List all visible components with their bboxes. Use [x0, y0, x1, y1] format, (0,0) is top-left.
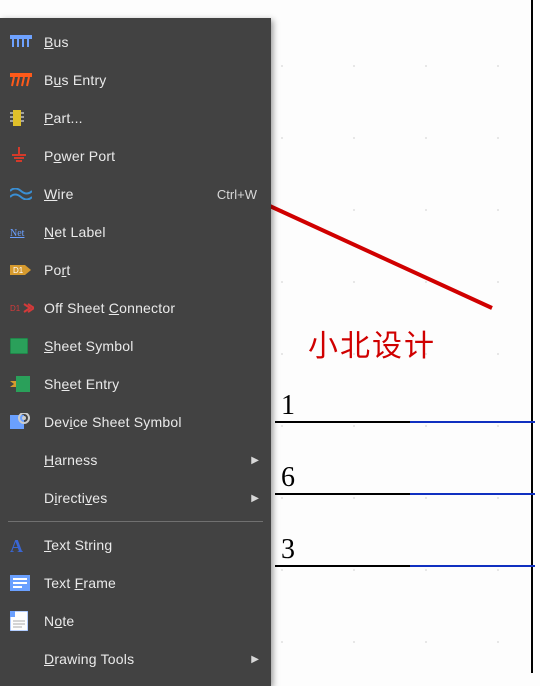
svg-text:D1: D1: [13, 266, 24, 275]
bus-icon: [10, 35, 44, 49]
svg-text:Net: Net: [10, 228, 25, 239]
submenu-arrow-icon: ▶: [251, 654, 259, 665]
menu-item-part[interactable]: Part...: [0, 99, 271, 137]
menu-item-label: Wire: [44, 186, 217, 202]
menu-item-off-sheet-connector[interactable]: D1 Off Sheet Connector: [0, 289, 271, 327]
port-icon: D1: [10, 264, 44, 276]
menu-item-label: Harness: [44, 452, 245, 468]
menu-item-bus[interactable]: Bus: [0, 23, 271, 61]
place-context-menu: BusBus EntryPart...Power PortWireCtrl+WN…: [0, 18, 271, 686]
pin-number: 1: [281, 390, 295, 422]
menu-item-label: Text Frame: [44, 575, 259, 591]
annotation-text: 小北设计: [308, 321, 436, 365]
menu-item-label: Sheet Symbol: [44, 338, 259, 354]
sheet-entry-icon: [10, 376, 44, 392]
menu-item-wire[interactable]: WireCtrl+W: [0, 175, 271, 213]
menu-item-label: Sheet Entry: [44, 376, 259, 392]
pin-line: [275, 493, 410, 495]
text-frame-icon: [10, 575, 44, 591]
menu-separator: [8, 521, 263, 522]
menu-item-label: Device Sheet Symbol: [44, 414, 259, 430]
submenu-arrow-icon: ▶: [251, 455, 259, 466]
menu-item-net-label[interactable]: Net Net Label: [0, 213, 271, 251]
part-icon: [10, 108, 44, 128]
pin-number: 6: [281, 462, 295, 494]
sheet-symbol-icon: [10, 338, 44, 354]
menu-item-label: Directives: [44, 490, 245, 506]
menu-item-label: Note: [44, 613, 259, 629]
menu-item-port[interactable]: D1 Port: [0, 251, 271, 289]
menu-item-label: Port: [44, 262, 259, 278]
menu-item-label: Text String: [44, 537, 259, 553]
menu-item-label: Bus Entry: [44, 72, 259, 88]
menu-item-bus-entry[interactable]: Bus Entry: [0, 61, 271, 99]
menu-item-sheet-symbol[interactable]: Sheet Symbol: [0, 327, 271, 365]
menu-item-drawing-tools[interactable]: Drawing Tools ▶: [0, 640, 271, 678]
menu-item-device-sheet-symbol[interactable]: Device Sheet Symbol: [0, 403, 271, 441]
svg-text:D1: D1: [10, 304, 21, 313]
pin-wire: [410, 421, 535, 423]
menu-item-sheet-entry[interactable]: Sheet Entry: [0, 365, 271, 403]
menu-shortcut: Ctrl+W: [217, 187, 257, 202]
svg-text:A: A: [10, 536, 23, 554]
bus-entry-icon: [10, 73, 44, 87]
menu-item-text-frame[interactable]: Text Frame: [0, 564, 271, 602]
pin-wire: [410, 493, 535, 495]
menu-item-label: Off Sheet Connector: [44, 300, 259, 316]
power-port-icon: [10, 147, 44, 165]
net-label-icon: Net: [10, 225, 44, 239]
pin-line: [275, 565, 410, 567]
text-string-icon: A: [10, 536, 44, 554]
menu-item-label: Bus: [44, 34, 259, 50]
wire-icon: [10, 188, 44, 200]
menu-item-label: Net Label: [44, 224, 259, 240]
menu-item-note[interactable]: Note: [0, 602, 271, 640]
off-sheet-connector-icon: D1: [10, 302, 44, 314]
menu-item-label: Power Port: [44, 148, 259, 164]
menu-item-power-port[interactable]: Power Port: [0, 137, 271, 175]
device-sheet-symbol-icon: [10, 413, 44, 431]
menu-item-label: Part...: [44, 110, 259, 126]
menu-item-label: Drawing Tools: [44, 651, 245, 667]
menu-item-harness[interactable]: Harness ▶: [0, 441, 271, 479]
pin-number: 3: [281, 534, 295, 566]
menu-item-text-string[interactable]: A Text String: [0, 526, 271, 564]
pin-wire: [410, 565, 535, 567]
menu-item-directives[interactable]: Directives ▶: [0, 479, 271, 517]
pin-line: [275, 421, 410, 423]
submenu-arrow-icon: ▶: [251, 493, 259, 504]
note-icon: [10, 611, 44, 631]
